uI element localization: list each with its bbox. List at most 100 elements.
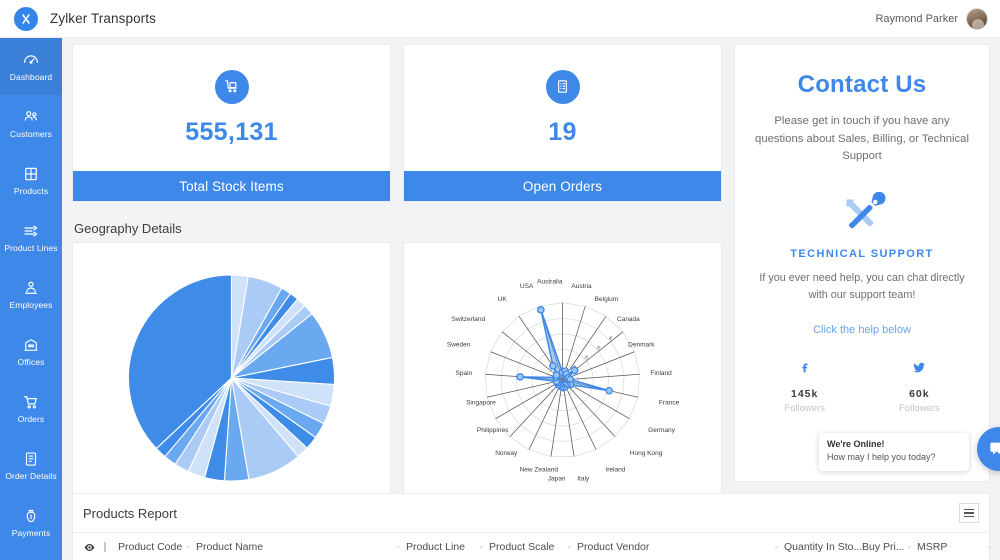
radar-data-point[interactable]: [605, 386, 614, 395]
sidebar-item-products[interactable]: Products: [0, 152, 62, 209]
select-all-checkbox[interactable]: [104, 542, 106, 552]
column-header-msrp[interactable]: MSRP -: [917, 533, 997, 560]
main-content: 555,131 Total Stock Items 19 Open Orders: [62, 38, 1000, 560]
column-header-quantity-in-sto[interactable]: Quantity In Sto... -: [784, 533, 866, 560]
radar-axis-label: Italy: [577, 475, 590, 482]
sidebar-item-label: Employees: [9, 300, 53, 311]
top-bar: Zylker Transports Raymond Parker: [0, 0, 1000, 38]
sidebar-item-payments[interactable]: Payments: [0, 494, 62, 551]
orders-icon: [22, 393, 40, 411]
chat-greeting-bubble: We're Online! How may I help you today?: [819, 433, 969, 471]
kpi-card-open-orders[interactable]: 19 Open Orders: [403, 44, 722, 202]
contact-subtitle: Please get in touch if you have any ques…: [755, 115, 969, 162]
radar-axis-label: Finland: [650, 370, 672, 377]
sidebar-item-label: Customers: [10, 129, 52, 140]
sidebar-item-employees[interactable]: Employees: [0, 266, 62, 323]
column-header-product-scale[interactable]: Product Scale -: [489, 533, 577, 560]
sidebar-item-order-details[interactable]: Order Details: [0, 437, 62, 494]
radar-axis-label: Spain: [456, 370, 473, 377]
products-report-panel: Products Report Product Code - Product Nam…: [72, 493, 991, 560]
avatar[interactable]: [966, 7, 988, 30]
radar-data-point[interactable]: [552, 371, 561, 380]
radar-axis-label: Norway: [495, 450, 518, 457]
column-header-buy-pri[interactable]: Buy Pri... -: [862, 533, 917, 560]
technical-support-text: If you ever need help, you can chat dire…: [759, 271, 965, 301]
radar-axis-label: Sweden: [447, 341, 471, 348]
radar-axis-label: Canada: [617, 316, 640, 323]
column-header-label: Product Code: [118, 541, 183, 553]
sidebar-item-dashboard[interactable]: Dashboard: [0, 38, 62, 95]
column-sort-icon[interactable]: -: [775, 542, 778, 553]
visibility-eye-icon[interactable]: [83, 541, 96, 554]
column-header-product-code[interactable]: Product Code -: [118, 533, 196, 560]
sidebar-item-label: Orders: [17, 414, 45, 425]
kpi-body: 19: [404, 45, 721, 171]
chat-icon[interactable]: [977, 427, 1000, 471]
radar-data-point[interactable]: [570, 366, 579, 375]
social-count: 145k: [790, 388, 819, 401]
pie-chart-card[interactable]: [72, 242, 391, 520]
radar-axis-label: Japan: [548, 475, 566, 482]
radar-data-point[interactable]: [516, 373, 524, 381]
column-sort-icon[interactable]: -: [397, 542, 400, 553]
column-header-label: Product Scale: [489, 541, 555, 553]
products-report-column-headers: Product Code - Product Name - Product Line - P…: [73, 532, 991, 560]
radar-axis-spoke: [509, 379, 563, 437]
dashboard-app: Zylker Transports Raymond Parker Dashboa…: [0, 0, 1000, 560]
customers-icon: [22, 108, 40, 126]
column-sort-icon[interactable]: -: [480, 542, 483, 553]
pie-chart: [127, 274, 336, 482]
sidebar-item-orders[interactable]: Orders: [0, 380, 62, 437]
sidebar-item-product-lines[interactable]: Product Lines: [0, 209, 62, 266]
column-sort-icon[interactable]: -: [908, 542, 911, 553]
column-sort-icon[interactable]: -: [187, 542, 190, 553]
products-report-header: Products Report: [73, 494, 989, 532]
kpi-value: 555,131: [185, 117, 278, 146]
column-header-product-vendor[interactable]: Product Vendor -: [577, 533, 784, 560]
kpi-label: Total Stock Items: [73, 171, 390, 201]
kpi-card-total-stock-items[interactable]: 555,131 Total Stock Items: [72, 44, 391, 202]
column-sort-icon[interactable]: -: [988, 542, 991, 553]
column-header-label: Quantity In Sto...: [784, 541, 863, 553]
column-header-label: Product Vendor: [577, 541, 650, 553]
kpi-value: 19: [548, 117, 577, 146]
sidebar-item-label: Dashboard: [9, 72, 53, 83]
sidebar-item-customers[interactable]: Customers: [0, 95, 62, 152]
hamburger-menu-icon[interactable]: [959, 503, 979, 523]
column-header-product-line[interactable]: Product Line -: [406, 533, 489, 560]
social-facebook[interactable]: 145k Followers: [784, 360, 825, 414]
radar-axis-label: UK: [498, 296, 508, 303]
radar-chart: Australia AustriaBelgium Canada Denmark Finl…: [447, 279, 680, 483]
sidebar-item-label: Product Lines: [4, 243, 58, 254]
payments-icon: [22, 507, 40, 525]
column-header-label: Product Name: [196, 541, 264, 553]
brand-area[interactable]: Zylker Transports: [0, 6, 156, 31]
radar-chart-card[interactable]: Australia Austria Belgium Canada Denmark Finl…: [403, 242, 722, 520]
help-link[interactable]: Click the help below: [753, 324, 971, 336]
column-sort-icon[interactable]: -: [568, 542, 571, 553]
contact-us-card: Contact Us Please get in touch if you ha…: [734, 44, 1000, 482]
column-header-product-name[interactable]: Product Name -: [196, 533, 406, 560]
radar-data-point[interactable]: [549, 362, 557, 370]
radar-axis-label: Hong Kong: [630, 450, 663, 457]
user-menu[interactable]: Raymond Parker: [875, 7, 1000, 30]
sidebar-item-label: Products: [13, 186, 49, 197]
radar-axis-label: USA: [520, 283, 534, 290]
social-count: 60k: [909, 388, 930, 401]
social-twitter[interactable]: 60k Followers: [899, 360, 940, 414]
sidebar-item-label: Offices: [17, 357, 45, 368]
stock-trolley-icon: [214, 69, 249, 104]
sidebar-item-label: Order Details: [5, 471, 57, 482]
column-header-label: MSRP: [917, 541, 948, 553]
radar-data-point[interactable]: [537, 306, 545, 314]
radar-axis-label: Switzerland: [451, 316, 485, 323]
wrench-screwdriver-icon: [836, 191, 888, 238]
brand-title: Zylker Transports: [50, 11, 156, 26]
dashboard-icon: [22, 51, 40, 69]
order-list-icon: [545, 69, 580, 104]
radar-axis-label: France: [659, 399, 680, 406]
sidebar-item-offices[interactable]: Offices: [0, 323, 62, 380]
sidebar-item-label: Payments: [11, 528, 51, 539]
social-label: Followers: [784, 403, 825, 415]
chat-greeting-line2: How may I help you today?: [827, 451, 936, 462]
